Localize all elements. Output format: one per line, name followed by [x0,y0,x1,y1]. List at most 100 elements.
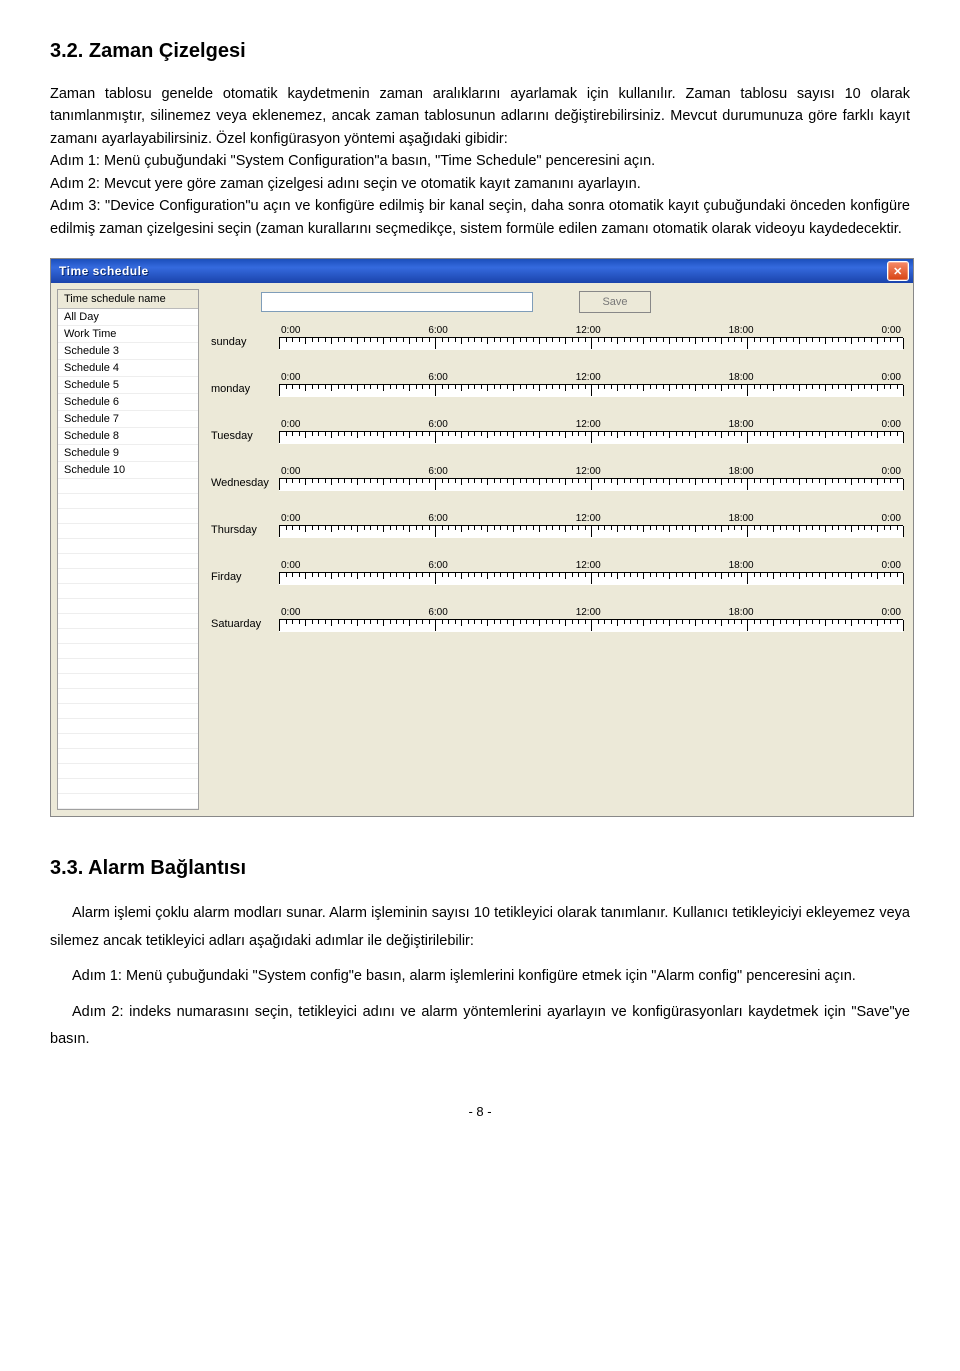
schedule-list-item[interactable]: Schedule 3 [58,343,198,360]
close-icon[interactable]: ✕ [887,261,909,281]
schedule-list-item[interactable]: Schedule 8 [58,428,198,445]
window-title: Time schedule [59,264,887,278]
day-row: monday0:006:0012:0018:000:00 [211,372,903,397]
schedule-list-item[interactable]: Schedule 7 [58,411,198,428]
time-label: 0:00 [882,466,901,477]
timeline: 0:00 6:00 12:00 18:00 0:00 [279,372,903,397]
schedule-list-blank [58,629,198,644]
timeline: 0:006:0012:0018:000:00 [279,560,903,585]
time-label: 18:00 [729,372,754,383]
schedule-list-blank [58,749,198,764]
time-ruler[interactable] [279,337,903,350]
day-row: Tuesday0:006:0012:0018:000:00 [211,419,903,444]
time-label: 0:00 [281,372,300,383]
day-row: sunday0:006:0012:0018:000:00 [211,325,903,350]
schedule-list-blank [58,569,198,584]
day-label: Satuarday [211,618,279,632]
day-row: Satuarday0:006:0012:0018:000:00 [211,607,903,632]
time-label: 18:00 [729,560,754,571]
time-label: 18:00 [729,419,754,430]
schedule-list-blank [58,554,198,569]
schedule-list-item[interactable]: Schedule 9 [58,445,198,462]
day-row: Firday0:006:0012:0018:000:00 [211,560,903,585]
timeline: 0:006:0012:0018:000:00 [279,419,903,444]
schedule-list-blank [58,764,198,779]
schedule-list-blank [58,599,198,614]
schedule-list-header: Time schedule name [58,290,198,309]
time-labels: 0:006:0012:0018:000:00 [279,419,903,430]
schedule-list-item[interactable]: All Day [58,309,198,326]
day-label: sunday [211,336,279,350]
time-label: 0:00 [882,560,901,571]
time-ruler[interactable] [279,478,903,491]
schedule-list-blank [58,494,198,509]
schedule-name-input[interactable] [261,292,533,312]
time-label: 0:00 [882,607,901,618]
section2-p1: Alarm işlemi çoklu alarm modları sunar. … [50,900,910,955]
schedule-list-blank [58,689,198,704]
section2-p3: Adım 2: indeks numarasını seçin, tetikle… [50,999,910,1054]
schedule-list-item[interactable]: Schedule 4 [58,360,198,377]
day-label: Thursday [211,524,279,538]
time-label: 0:00 [281,513,300,524]
section-heading-3-2: 3.2. Zaman Çizelgesi [50,40,910,63]
schedule-list-blank [58,614,198,629]
timeline: 0:006:0012:0018:000:00 [279,325,903,350]
section1-para: Zaman tablosu genelde otomatik kaydetmen… [50,83,910,240]
schedule-list-item[interactable]: Schedule 5 [58,377,198,394]
time-labels: 0:006:0012:0018:000:00 [279,560,903,571]
schedule-list-item[interactable]: Schedule 10 [58,462,198,479]
save-button[interactable]: Save [579,291,651,313]
schedule-list-blank [58,584,198,599]
schedule-list-item[interactable]: Work Time [58,326,198,343]
schedule-list-blank [58,779,198,794]
timeline: 0:006:0012:0018:000:00 [279,513,903,538]
time-label: 18:00 [729,607,754,618]
time-ruler[interactable] [279,525,903,538]
time-label: 12:00 [576,607,601,618]
section-heading-3-3: 3.3. Alarm Bağlantısı [50,857,910,880]
window-titlebar: Time schedule ✕ [51,259,913,283]
schedule-list-blank [58,524,198,539]
day-label: Firday [211,571,279,585]
time-labels: 0:006:0012:0018:000:00 [279,607,903,618]
time-label: 12:00 [576,372,601,383]
schedule-list-blank [58,794,198,809]
timeline: 0:006:0012:0018:000:00 [279,607,903,632]
window-body: Time schedule name All DayWork TimeSched… [51,283,913,816]
timeline: 0:006:0012:0018:000:00 [279,466,903,491]
time-ruler[interactable] [279,384,903,397]
time-label: 6:00 [428,560,447,571]
time-label: 12:00 [576,560,601,571]
time-label: 0:00 [882,419,901,430]
schedule-list-blank [58,659,198,674]
time-label: 0:00 [882,513,901,524]
time-label: 12:00 [576,419,601,430]
schedule-list: Time schedule name All DayWork TimeSched… [57,289,199,810]
schedule-list-blank [58,719,198,734]
schedule-list-item[interactable]: Schedule 6 [58,394,198,411]
day-label: monday [211,383,279,397]
time-label: 12:00 [576,513,601,524]
time-label: 12:00 [576,325,601,336]
time-label: 6:00 [428,325,447,336]
time-label: 12:00 [576,466,601,477]
schedule-list-blank [58,509,198,524]
schedule-list-blank [58,704,198,719]
time-label: 0:00 [281,419,300,430]
schedule-list-blank [58,539,198,554]
time-label: 18:00 [729,325,754,336]
time-ruler[interactable] [279,431,903,444]
schedule-list-blank [58,644,198,659]
time-ruler[interactable] [279,572,903,585]
day-label: Tuesday [211,430,279,444]
time-label: 18:00 [729,466,754,477]
time-label: 18:00 [729,513,754,524]
time-label: 6:00 [428,466,447,477]
time-labels: 0:006:0012:0018:000:00 [279,466,903,477]
time-ruler[interactable] [279,619,903,632]
time-labels: 0:006:0012:0018:000:00 [279,513,903,524]
time-label: 0:00 [882,372,901,383]
time-label: 6:00 [428,372,447,383]
time-label: 6:00 [428,607,447,618]
